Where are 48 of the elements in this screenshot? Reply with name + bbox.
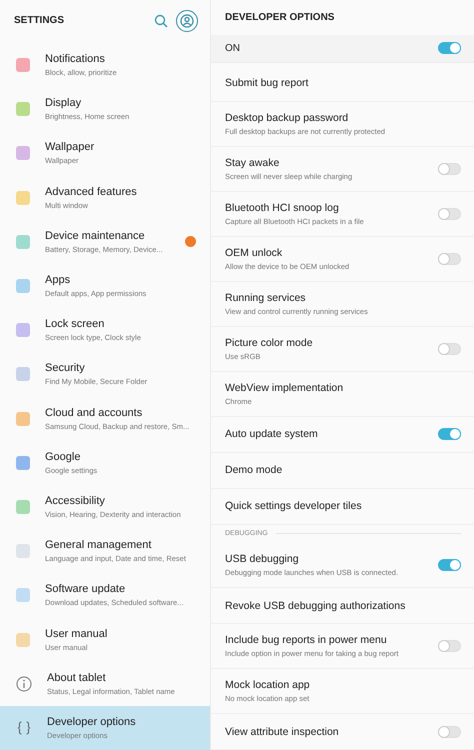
item-title: Security	[45, 362, 86, 374]
setting-title: Revoke USB debugging authorizations	[225, 600, 406, 612]
setting-title: Running services	[225, 292, 307, 304]
setting-title: OEM unlock	[225, 246, 284, 259]
item-title: Accessibility	[45, 494, 106, 507]
setting-row[interactable]: View attribute inspection	[211, 714, 474, 750]
setting-title: Bluetooth HCI snoop log	[225, 202, 340, 214]
setting-row[interactable]: Submit bug report	[211, 66, 474, 102]
settings-title: SETTINGS	[14, 15, 64, 26]
setting-title: USB debugging	[225, 553, 300, 565]
item-title: Google	[45, 450, 82, 463]
setting-row[interactable]: Demo mode	[211, 452, 474, 489]
item-title: Lock screen	[45, 318, 106, 330]
toggle-switch[interactable]	[438, 42, 461, 54]
item-title: User manual	[45, 628, 108, 640]
item-title: Device maintenance	[45, 230, 146, 242]
setting-row[interactable]: Quick settings developer tiles	[211, 488, 474, 525]
item-title: About tablet	[47, 672, 107, 684]
setting-title: Stay awake	[225, 156, 280, 169]
toggle-switch[interactable]	[438, 559, 461, 571]
setting-row[interactable]: Revoke USB debugging authorizations	[211, 588, 474, 624]
setting-title: Demo mode	[225, 464, 284, 476]
switch-label: ON	[225, 42, 240, 54]
setting-title: Mock location app	[225, 679, 311, 691]
setting-title: WebView implementation	[225, 382, 344, 394]
search-icon[interactable]	[154, 14, 168, 28]
setting-title: View attribute inspection	[225, 726, 340, 738]
item-title: Apps	[45, 274, 72, 286]
setting-title: Include bug reports in power menu	[225, 634, 388, 646]
setting-row[interactable]: Auto update system	[211, 416, 474, 453]
profile-icon[interactable]	[176, 10, 198, 32]
setting-title: Quick settings developer tiles	[225, 500, 363, 512]
setting-title: Submit bug report	[225, 77, 310, 90]
item-title: General management	[45, 539, 152, 552]
braces-icon	[16, 720, 32, 736]
item-title: Notifications	[45, 53, 106, 66]
info-icon	[16, 676, 32, 692]
item-title: Software update	[45, 583, 126, 596]
item-title: Advanced features	[45, 186, 138, 198]
item-title: Developer options	[47, 716, 137, 728]
setting-title: Desktop backup password	[225, 112, 350, 124]
item-title: Display	[45, 97, 82, 110]
page-title: DEVELOPER OPTIONS	[225, 12, 334, 23]
item-title: Cloud and accounts	[45, 406, 144, 419]
item-title: Wallpaper	[45, 141, 96, 154]
setting-title: Auto update system	[225, 428, 319, 440]
setting-title: Picture color mode	[225, 336, 314, 349]
toggle-switch[interactable]	[438, 428, 461, 440]
